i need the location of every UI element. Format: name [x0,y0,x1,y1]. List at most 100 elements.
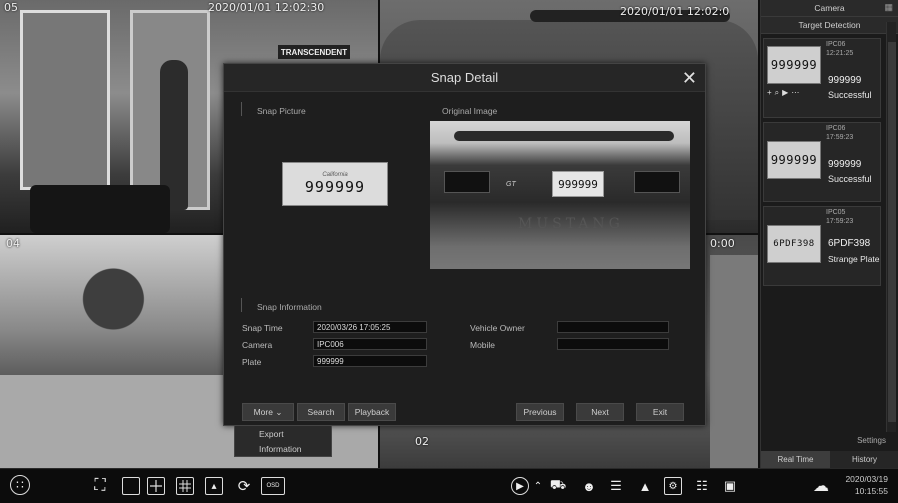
more-icon[interactable]: ⋯ [791,88,799,98]
card-toolbar: + ⌕ ▶ ⋯ [767,88,799,98]
layout-4-icon[interactable] [147,477,165,495]
disk-icon[interactable]: ⚙ [664,477,682,495]
mobile-label: Mobile [470,340,496,350]
detection-time: 12:21:25 [826,50,854,57]
car-badge: GT [506,181,516,188]
panel-subheader: Target Detection × [761,17,898,34]
tab-real-time[interactable]: Real Time [761,451,830,468]
tab-history[interactable]: History [830,451,898,468]
taskbar: ∷ ⛶ ▴ ⟳ OSD ▶ ⌃ ⛟ ☻ ☰ ▲ ⚙ ☷ ▣ ☁ 2020/03/… [0,468,898,503]
clock-time: 10:15:55 [854,486,888,496]
face-icon[interactable]: ☻ [580,477,598,495]
monitor-icon[interactable]: ▣ [721,477,739,495]
car-brand: MUSTANG [518,216,624,232]
clock-date: 2020/03/19 [845,474,888,484]
tail-light-left [444,171,490,193]
detection-card[interactable]: 999999 IPC06 12:21:25 999999 Successful … [763,38,881,118]
original-image: GT 999999 MUSTANG [430,121,690,269]
scrollbar-thumb[interactable] [888,42,896,422]
snap-detail-dialog: Snap Detail ✕ Snap Picture Original Imag… [223,63,706,426]
panel-tabs: Real Time History [761,451,898,468]
exit-button[interactable]: Exit [636,403,684,421]
original-plate: 999999 [552,171,604,197]
detection-time: 17:59:23 [826,134,854,141]
refresh-icon[interactable]: ⟳ [235,477,253,495]
tail-light-right [634,171,680,193]
panel-scrollbar[interactable] [886,22,896,432]
chevron-down-icon: ⌄ [275,406,283,417]
vehicle-icon[interactable]: ⛟ [549,477,567,495]
fullscreen-icon[interactable]: ⛶ [91,477,109,495]
cloud-icon[interactable]: ☁ [812,477,830,495]
close-icon[interactable]: ✕ [682,68,697,89]
snap-picture: California 999999 [282,162,388,206]
layout-1-icon[interactable] [122,477,140,495]
store-sign: TRANSCENDENT [278,45,350,59]
layout-switch-icon[interactable]: ▴ [205,477,223,495]
detection-thumbnail: 999999 [767,46,821,84]
osd-button[interactable]: OSD [261,477,285,495]
play-icon[interactable]: ▶ [511,477,529,495]
network-icon[interactable]: ☷ [693,477,711,495]
detection-status: Strange Plate [828,254,880,264]
original-image-heading: Original Image [442,106,498,116]
snap-picture-heading: Snap Picture [257,106,306,116]
alarm-list-icon[interactable]: ☰ [607,477,625,495]
system-clock: 2020/03/19 10:15:55 [845,473,888,497]
more-button[interactable]: More ⌄ [242,403,294,421]
panel-header: Camera ▦ [761,0,898,17]
play-icon[interactable]: ▶ [782,88,788,98]
detection-thumbnail: 999999 [767,141,821,179]
detection-plate: 999999 [828,159,862,170]
more-dropdown-menu: Export Information [234,425,332,457]
camera-label: Camera [242,340,273,350]
panel-title: Camera [814,3,845,13]
snap-time-field: 2020/03/26 17:05:25 [313,321,427,333]
plate-label: Plate [242,357,262,367]
vehicle-owner-field [557,321,669,333]
section-divider [241,102,242,116]
dialog-header: Snap Detail ✕ [224,64,705,92]
playback-button[interactable]: Playback [348,403,396,421]
sofa [30,185,170,233]
snap-info-heading: Snap Information [257,302,322,312]
detection-camera: IPC06 [826,125,846,132]
menu-item-export[interactable]: Export [235,426,331,441]
dialog-title: Snap Detail [430,70,499,85]
alarm-bell-icon[interactable]: ▲ [636,477,654,495]
search-button[interactable]: Search [297,403,345,421]
add-icon[interactable]: + [767,88,772,98]
camera-id-label: 05 [4,1,18,14]
camera-id-label: 02 [415,435,429,448]
detection-card[interactable]: 6PDF398 IPC05 17:59:23 6PDF398 Strange P… [763,206,881,286]
detection-card[interactable]: 999999 IPC06 17:59:23 999999 Successful [763,122,881,202]
detection-panel: Camera ▦ Target Detection × 999999 IPC06… [760,0,898,468]
layout-9-icon[interactable] [176,477,194,495]
car-spoiler [454,131,674,141]
detection-camera: IPC06 [826,41,846,48]
chevron-up-icon[interactable]: ⌃ [533,477,543,495]
vehicle-owner-label: Vehicle Owner [470,323,525,333]
detection-plate: 999999 [828,75,862,86]
detection-camera: IPC05 [826,209,846,216]
camera-timestamp: 0:00 [710,237,735,250]
panel-subtitle: Target Detection [798,20,861,30]
storefront-window [20,10,110,190]
plate-field: 999999 [313,355,427,367]
menu-item-information[interactable]: Information [235,441,331,456]
next-button[interactable]: Next [576,403,624,421]
previous-button[interactable]: Previous [516,403,564,421]
section-divider [241,298,242,312]
start-menu-icon[interactable]: ∷ [10,475,30,495]
detection-thumbnail: 6PDF398 [767,225,821,263]
camera-id-label: 04 [6,237,20,250]
search-icon[interactable]: ⌕ [775,88,779,98]
detection-status: Successful [828,90,872,100]
mobile-field [557,338,669,350]
detection-time: 17:59:23 [826,218,854,225]
detection-status: Successful [828,174,872,184]
panel-menu-icon[interactable]: ▦ [884,2,893,13]
settings-link[interactable]: Settings [857,436,886,445]
detection-plate: 6PDF398 [828,238,871,249]
snap-time-label: Snap Time [242,323,283,333]
